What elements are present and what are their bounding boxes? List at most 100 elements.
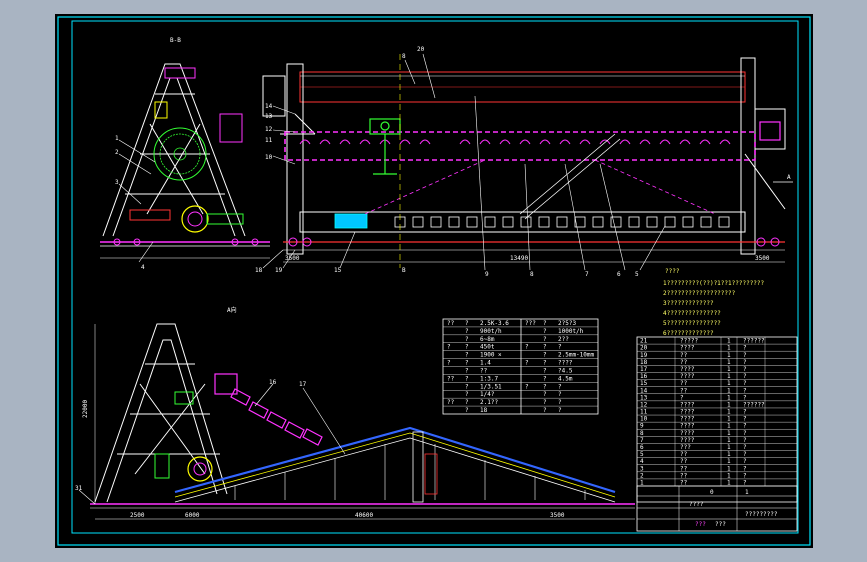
parts-cell: ? (743, 387, 747, 394)
parts-cell: ?? (680, 352, 688, 359)
title-block-code-2: ??? (715, 521, 726, 528)
parts-cell: ? (743, 373, 747, 380)
dim-top-left: 3500 (285, 255, 300, 262)
parts-cell: ?? (680, 465, 688, 472)
dim-top-right: 3500 (755, 255, 770, 262)
title-block: ???? ????????? ??? ??? 0 1 (636, 485, 798, 532)
callout-31: 31 (75, 485, 83, 492)
parts-cell: ????? (680, 338, 698, 345)
spec-cell: ???? (558, 360, 573, 367)
spec-cell: ? (465, 399, 469, 406)
spec-cell: ? (543, 344, 547, 351)
parts-cell: ?? (680, 480, 688, 487)
parts-cell: ? (743, 451, 747, 458)
callout-8-top: 8 (402, 53, 406, 60)
parts-cell: ???? (680, 437, 695, 444)
spec-cell: ? (465, 360, 469, 367)
spec-cell: ? (465, 344, 469, 351)
cad-viewport[interactable]: B-B 1 2 3 4 20 8 14 13 12 11 10 18 19 15… (55, 14, 813, 548)
parts-cell: ?? (680, 387, 688, 394)
parts-cell: 1 (727, 430, 731, 437)
parts-list: 21????? 1 ??????20???? 1 ?19?? 1 ?18?? 1 ?17????… (636, 336, 798, 503)
parts-cell: ???? (680, 366, 695, 373)
callout-12: 12 (265, 126, 273, 133)
parts-cell: 1 (727, 409, 731, 416)
dim-height: 22000 (82, 400, 89, 418)
spec-cell: ? (543, 383, 547, 390)
parts-cell: 4 (640, 458, 644, 465)
section-view-bb: B-B 1 2 3 4 (100, 37, 270, 271)
callout-14: 14 (265, 103, 273, 110)
parts-cell: 1 (727, 444, 731, 451)
section-view-label: B-B (170, 37, 181, 44)
spec-cell: ?? (447, 375, 455, 382)
callout-18: 18 (255, 267, 263, 274)
callout-10: 10 (265, 154, 273, 161)
parts-cell: ?????? (743, 338, 765, 345)
parts-cell: ? (743, 380, 747, 387)
spec-cell: ? (543, 320, 547, 327)
spec-cell: ?4.5 (558, 367, 573, 374)
spec-cell: 450t (480, 344, 495, 351)
parts-cell: 1 (727, 394, 731, 401)
parts-cell: 1 (727, 338, 731, 345)
side-view-a: A向 2500 6000 40600 3500 22000 16 17 31 (75, 306, 635, 520)
callout-5: 5 (635, 271, 639, 278)
parts-cell: 3 (640, 465, 644, 472)
parts-cell: 1 (727, 423, 731, 430)
parts-cell: 8 (640, 430, 644, 437)
callout-1: 1 (115, 135, 119, 142)
parts-cell: 14 (640, 387, 648, 394)
spec-cell: ? (465, 391, 469, 398)
spec-cell: ?? (447, 320, 455, 327)
parts-cell: ? (743, 366, 747, 373)
dim-side-1: 2500 (130, 512, 145, 519)
spec-cell: ? (543, 352, 547, 359)
spec-cell: ? (525, 360, 529, 367)
parts-cell: 1 (727, 380, 731, 387)
parts-cell: ? (743, 416, 747, 423)
cad-drawing-canvas[interactable]: B-B 1 2 3 4 20 8 14 13 12 11 10 18 19 15… (55, 14, 813, 548)
spec-cell: ?? (447, 399, 455, 406)
parts-cell: 21 (640, 338, 648, 345)
parts-cell: ?? (680, 472, 688, 479)
parts-cell: 1 (727, 451, 731, 458)
spec-cell: ? (558, 391, 562, 398)
callout-19: 19 (275, 267, 283, 274)
parts-cell: ? (743, 423, 747, 430)
spec-cell: 900t/h (480, 328, 502, 335)
parts-cell: 1 (727, 366, 731, 373)
parts-cell: 1 (727, 465, 731, 472)
notes-line-1: 1?????????(??)?1??1????????? (663, 280, 765, 287)
main-elevation-view: 20 8 14 13 12 11 10 18 19 15 9 8 7 6 5 A… (255, 46, 793, 278)
view-arrow-a: A (787, 174, 791, 181)
section-mark-b: B (402, 267, 406, 274)
callout-4: 4 (141, 264, 145, 271)
parts-cell: 18 (640, 359, 648, 366)
parts-cell: 1 (727, 416, 731, 423)
spec-cell: ??? (525, 320, 536, 327)
parts-cell: ???? (680, 430, 695, 437)
parts-cell: 19 (640, 352, 648, 359)
spec-cell: 1/4? (480, 391, 495, 398)
spec-cell: ? (465, 328, 469, 335)
parts-cell: 17 (640, 366, 648, 373)
dim-top-mid: 13490 (510, 255, 528, 262)
parts-cell: 1 (727, 373, 731, 380)
dim-side-2: 6000 (185, 512, 200, 519)
parts-cell: 16 (640, 373, 648, 380)
parts-cell: ? (743, 345, 747, 352)
callout-9: 9 (485, 271, 489, 278)
spec-cell: ? (525, 344, 529, 351)
spec-cell: 2.5K-3.6 (480, 320, 509, 327)
callout-6: 6 (617, 271, 621, 278)
title-block-code-1: ??? (695, 521, 706, 528)
spec-cell: ? (543, 391, 547, 398)
parts-cell: 20 (640, 345, 648, 352)
parts-cell: 1 (727, 472, 731, 479)
spec-cell: 1:3.7 (480, 375, 498, 382)
notes-line-6: 6????????????? (663, 330, 714, 337)
parts-cell: ? (743, 409, 747, 416)
spec-cell: ? (543, 360, 547, 367)
spec-cell: ? (465, 336, 469, 343)
